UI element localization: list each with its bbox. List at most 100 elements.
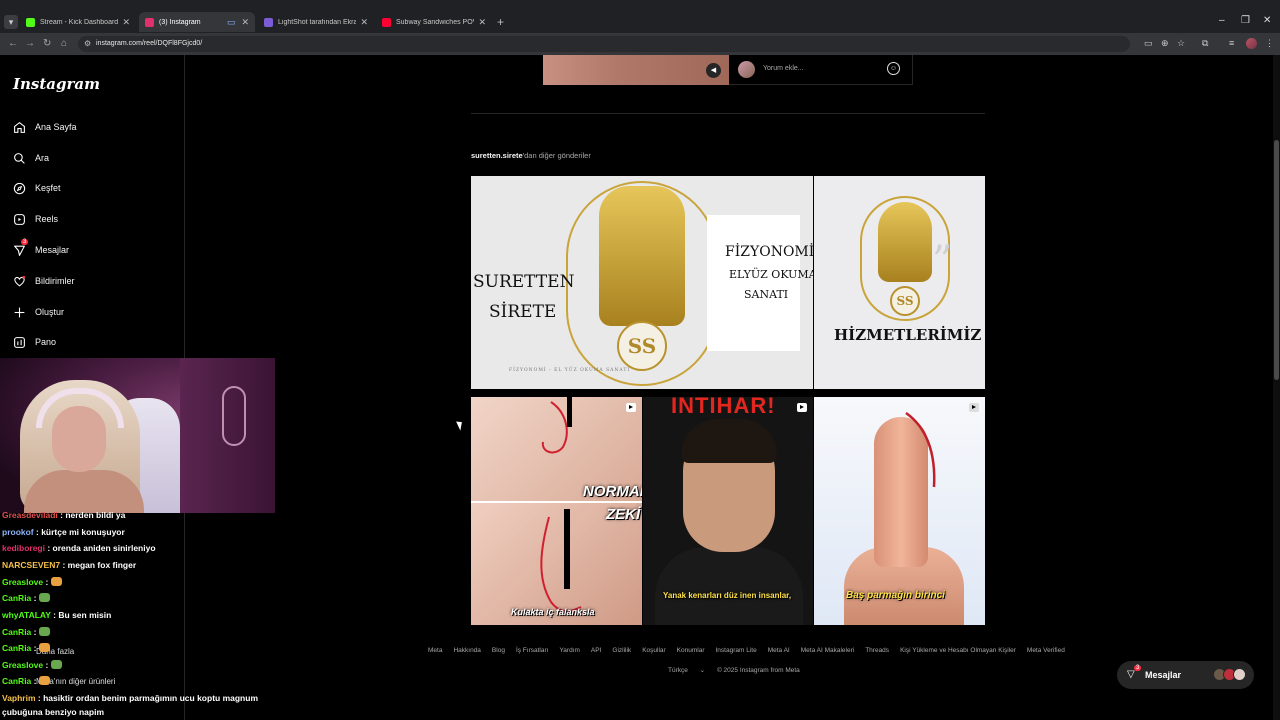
post-thumbnail-5[interactable]: Baş parmağın birinci [814, 397, 985, 625]
footer-link[interactable]: Meta AI Makaleleri [801, 647, 854, 654]
more-posts-username[interactable]: suretten.sirete [471, 151, 523, 160]
chat-separator: : [31, 643, 39, 653]
tab-audio-icon[interactable]: ▭ [227, 17, 236, 28]
nav-search[interactable]: Ara [12, 151, 49, 165]
footer-link[interactable]: Meta [428, 647, 442, 654]
address-bar[interactable]: ⚙ instagram.com/reel/DQFl8FGjcd0/ [78, 36, 1130, 52]
chat-username[interactable]: Vaphrim [2, 693, 36, 703]
chat-message: Greaslove : [2, 660, 62, 670]
footer-link[interactable]: Threads [865, 647, 889, 654]
chat-separator: : [44, 543, 53, 553]
footer-link[interactable]: Koşullar [642, 647, 665, 654]
nav-label: Reels [35, 214, 59, 224]
cast-icon[interactable]: ▭ [1144, 38, 1153, 49]
browser-menu-icon[interactable]: ⋮ [1265, 38, 1274, 49]
minimize-icon[interactable]: – [1219, 15, 1225, 26]
nav-create[interactable]: Oluştur [12, 305, 64, 319]
home-button-icon[interactable]: ⌂ [61, 38, 67, 49]
nav-home[interactable]: Ana Sayfa [12, 120, 77, 134]
sound-icon[interactable]: ◀ [706, 63, 721, 78]
nav-dashboard[interactable]: Pano [12, 335, 56, 349]
site-info-icon[interactable]: ⚙ [84, 39, 91, 48]
messages-pill-button[interactable]: ▽ 3 Mesajlar [1117, 661, 1254, 689]
bookmark-star-icon[interactable]: ☆ [1177, 38, 1185, 49]
scrollbar-thumb[interactable] [1274, 140, 1279, 380]
footer-link[interactable]: Yardım [559, 647, 579, 654]
tab-kick-dashboard[interactable]: Stream - Kick Dashboard ✕ [20, 12, 136, 32]
footer-link[interactable]: Hakkında [453, 647, 480, 654]
chat-text: Bu sen misin [58, 610, 112, 620]
tab-lightshot[interactable]: LightShot tarafından Ekran Gör... ✕ [258, 12, 374, 32]
person-hair [681, 419, 777, 463]
post-caption: Kulakta iç falanksla [511, 607, 595, 617]
chat-username[interactable]: CanRia [2, 643, 31, 653]
chat-username[interactable]: CanRia [2, 627, 31, 637]
chat-username[interactable]: Greasdeviladi [2, 510, 58, 520]
footer-link[interactable]: Gizlilik [612, 647, 631, 654]
nav-notifications[interactable]: Bildirimler [12, 274, 75, 288]
plus-icon [12, 305, 26, 319]
language-select[interactable]: Türkçe ⌄ [668, 667, 705, 674]
gold-hand-image [599, 186, 685, 326]
nav-messages[interactable]: 3 Mesajlar [12, 239, 69, 257]
forward-icon[interactable]: → [25, 38, 35, 49]
chat-text: çubuğuna benziyo napim [2, 707, 105, 717]
tab-title: Subway Sandwiches POV Worki... [396, 18, 474, 26]
chat-username[interactable]: CanRia [2, 676, 31, 686]
emoji-icon[interactable]: ☺ [887, 62, 900, 75]
comment-input[interactable]: Yorum ekle... [763, 65, 804, 72]
close-window-icon[interactable]: ✕ [1263, 15, 1271, 26]
chat-username[interactable]: CanRia [2, 593, 31, 603]
nav-reels[interactable]: Reels [12, 212, 58, 226]
chat-username[interactable]: prookof [2, 527, 34, 537]
nav-label: Keşfet [35, 183, 61, 193]
tab-instagram[interactable]: (3) Instagram ▭ ✕ [139, 12, 255, 32]
close-tab-icon[interactable]: ✕ [478, 17, 486, 28]
chat-username[interactable]: NARCSEVEN7 [2, 560, 60, 570]
footer-link[interactable]: İş Fırsatları [516, 647, 549, 654]
footer-link[interactable]: Kişi Yükleme ve Hesabı Olmayan Kişiler [900, 647, 1016, 654]
footer-link[interactable]: Konumlar [677, 647, 705, 654]
tab-youtube[interactable]: Subway Sandwiches POV Worki... ✕ [376, 12, 492, 32]
chat-message: çubuğuna benziyo napim [2, 707, 104, 717]
reel-video[interactable] [543, 55, 729, 85]
post-thumbnail-2[interactable]: SS HİZMETLERİMİZ ” [814, 176, 985, 389]
chat-username[interactable]: whyATALAY [2, 610, 51, 620]
ss-logo: SS [617, 321, 667, 371]
post-thumbnail-1[interactable]: SS SURETTEN SİRETE FİZYONOMİ ELYÜZ OKUMA… [471, 176, 813, 389]
chat-separator: : [60, 560, 68, 570]
more-posts-suffix: 'dan diğer gönderiler [522, 151, 591, 160]
extensions-icon[interactable]: ⧉ [1202, 38, 1208, 49]
reload-icon[interactable]: ↻ [43, 38, 51, 49]
tab-groups-icon[interactable]: ≡ [1229, 38, 1234, 48]
close-tab-icon[interactable]: ✕ [360, 17, 368, 28]
nav-explore[interactable]: Keşfet [12, 181, 61, 195]
close-tab-icon[interactable]: ✕ [122, 17, 130, 28]
zoom-icon[interactable]: ⊕ [1161, 38, 1169, 49]
text-card [707, 215, 800, 351]
tab-search-button[interactable]: ▾ [4, 15, 18, 29]
chat-username[interactable]: Greaslove [2, 660, 43, 670]
chat-emote-icon [38, 676, 50, 685]
new-tab-button[interactable]: + [497, 15, 504, 29]
language-label: Türkçe [668, 667, 688, 674]
footer-link[interactable]: Blog [492, 647, 505, 654]
footer-link[interactable]: API [591, 647, 601, 654]
tab-title: LightShot tarafından Ekran Gör... [278, 18, 357, 26]
back-icon[interactable]: ← [8, 38, 18, 49]
close-tab-icon[interactable]: ✕ [241, 17, 249, 28]
footer-link[interactable]: Meta AI [768, 647, 790, 654]
chat-username[interactable]: kediboregi [2, 543, 45, 553]
post-thumbnail-3[interactable]: NORMAL ZEKİ Kulakta iç falanksla [471, 397, 642, 625]
chat-username[interactable]: Greaslove [2, 577, 43, 587]
chat-separator: : [31, 676, 39, 686]
footer-link[interactable]: Instagram Lite [716, 647, 757, 654]
webcam-overlay [0, 358, 275, 513]
instagram-logo[interactable]: Instagram [13, 75, 100, 93]
chat-message: Vaphrim : hasiktir ordan benim parmağımı… [2, 693, 258, 703]
footer-link[interactable]: Meta Verified [1027, 647, 1065, 654]
post-thumbnail-4[interactable]: İNTİHAR! Yanak kenarları düz inen insanl… [643, 397, 813, 625]
profile-avatar[interactable] [1246, 38, 1257, 49]
tab-title: (3) Instagram [159, 18, 201, 26]
restore-icon[interactable]: ❐ [1241, 15, 1250, 26]
